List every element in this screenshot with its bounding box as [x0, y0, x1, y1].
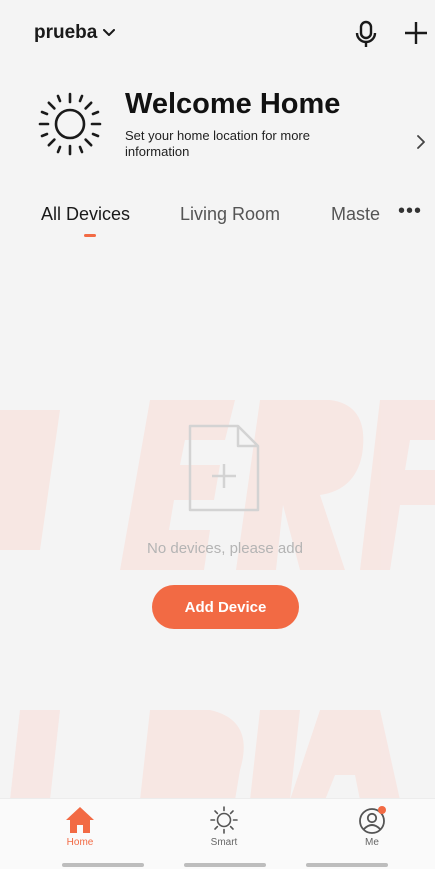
- more-tabs-button[interactable]: •••: [398, 200, 422, 223]
- home-icon: [66, 807, 94, 833]
- welcome-banner[interactable]: Welcome Home Set your home location for …: [0, 80, 435, 170]
- nav-underline: [62, 863, 144, 867]
- chevron-down-icon: [103, 29, 116, 36]
- nav-label-smart: Smart: [210, 837, 238, 848]
- nav-item-home[interactable]: Home: [40, 805, 120, 848]
- nav-item-smart[interactable]: Smart: [184, 805, 264, 848]
- room-tabs: All Devices Living Room Maste •••: [0, 196, 435, 246]
- sun-icon: [38, 92, 102, 156]
- nav-label-me: Me: [365, 837, 379, 848]
- top-bar: prueba: [0, 0, 435, 70]
- microphone-icon[interactable]: [352, 19, 380, 49]
- nav-label-home: Home: [66, 837, 94, 848]
- home-name: prueba: [34, 22, 98, 43]
- add-device-button[interactable]: Add Device: [152, 585, 299, 629]
- profile-icon: [359, 806, 386, 834]
- bottom-nav: Home Smart Me: [0, 798, 435, 869]
- empty-state-message: No devices, please add: [147, 540, 303, 557]
- welcome-title: Welcome Home: [125, 88, 341, 120]
- nav-item-me[interactable]: Me: [332, 805, 412, 848]
- home-selector[interactable]: prueba: [34, 22, 116, 44]
- nav-underline: [184, 863, 266, 867]
- add-icon[interactable]: [402, 19, 430, 47]
- nav-underline: [306, 863, 388, 867]
- active-tab-indicator: [84, 234, 96, 237]
- tab-all-devices[interactable]: All Devices: [41, 204, 130, 225]
- sun-icon: [210, 806, 238, 834]
- tab-living-room[interactable]: Living Room: [180, 204, 280, 225]
- welcome-subtitle: Set your home location for more informat…: [125, 128, 310, 159]
- empty-file-icon: [188, 424, 260, 512]
- tab-master[interactable]: Maste: [331, 204, 380, 225]
- chevron-right-icon: [417, 135, 425, 149]
